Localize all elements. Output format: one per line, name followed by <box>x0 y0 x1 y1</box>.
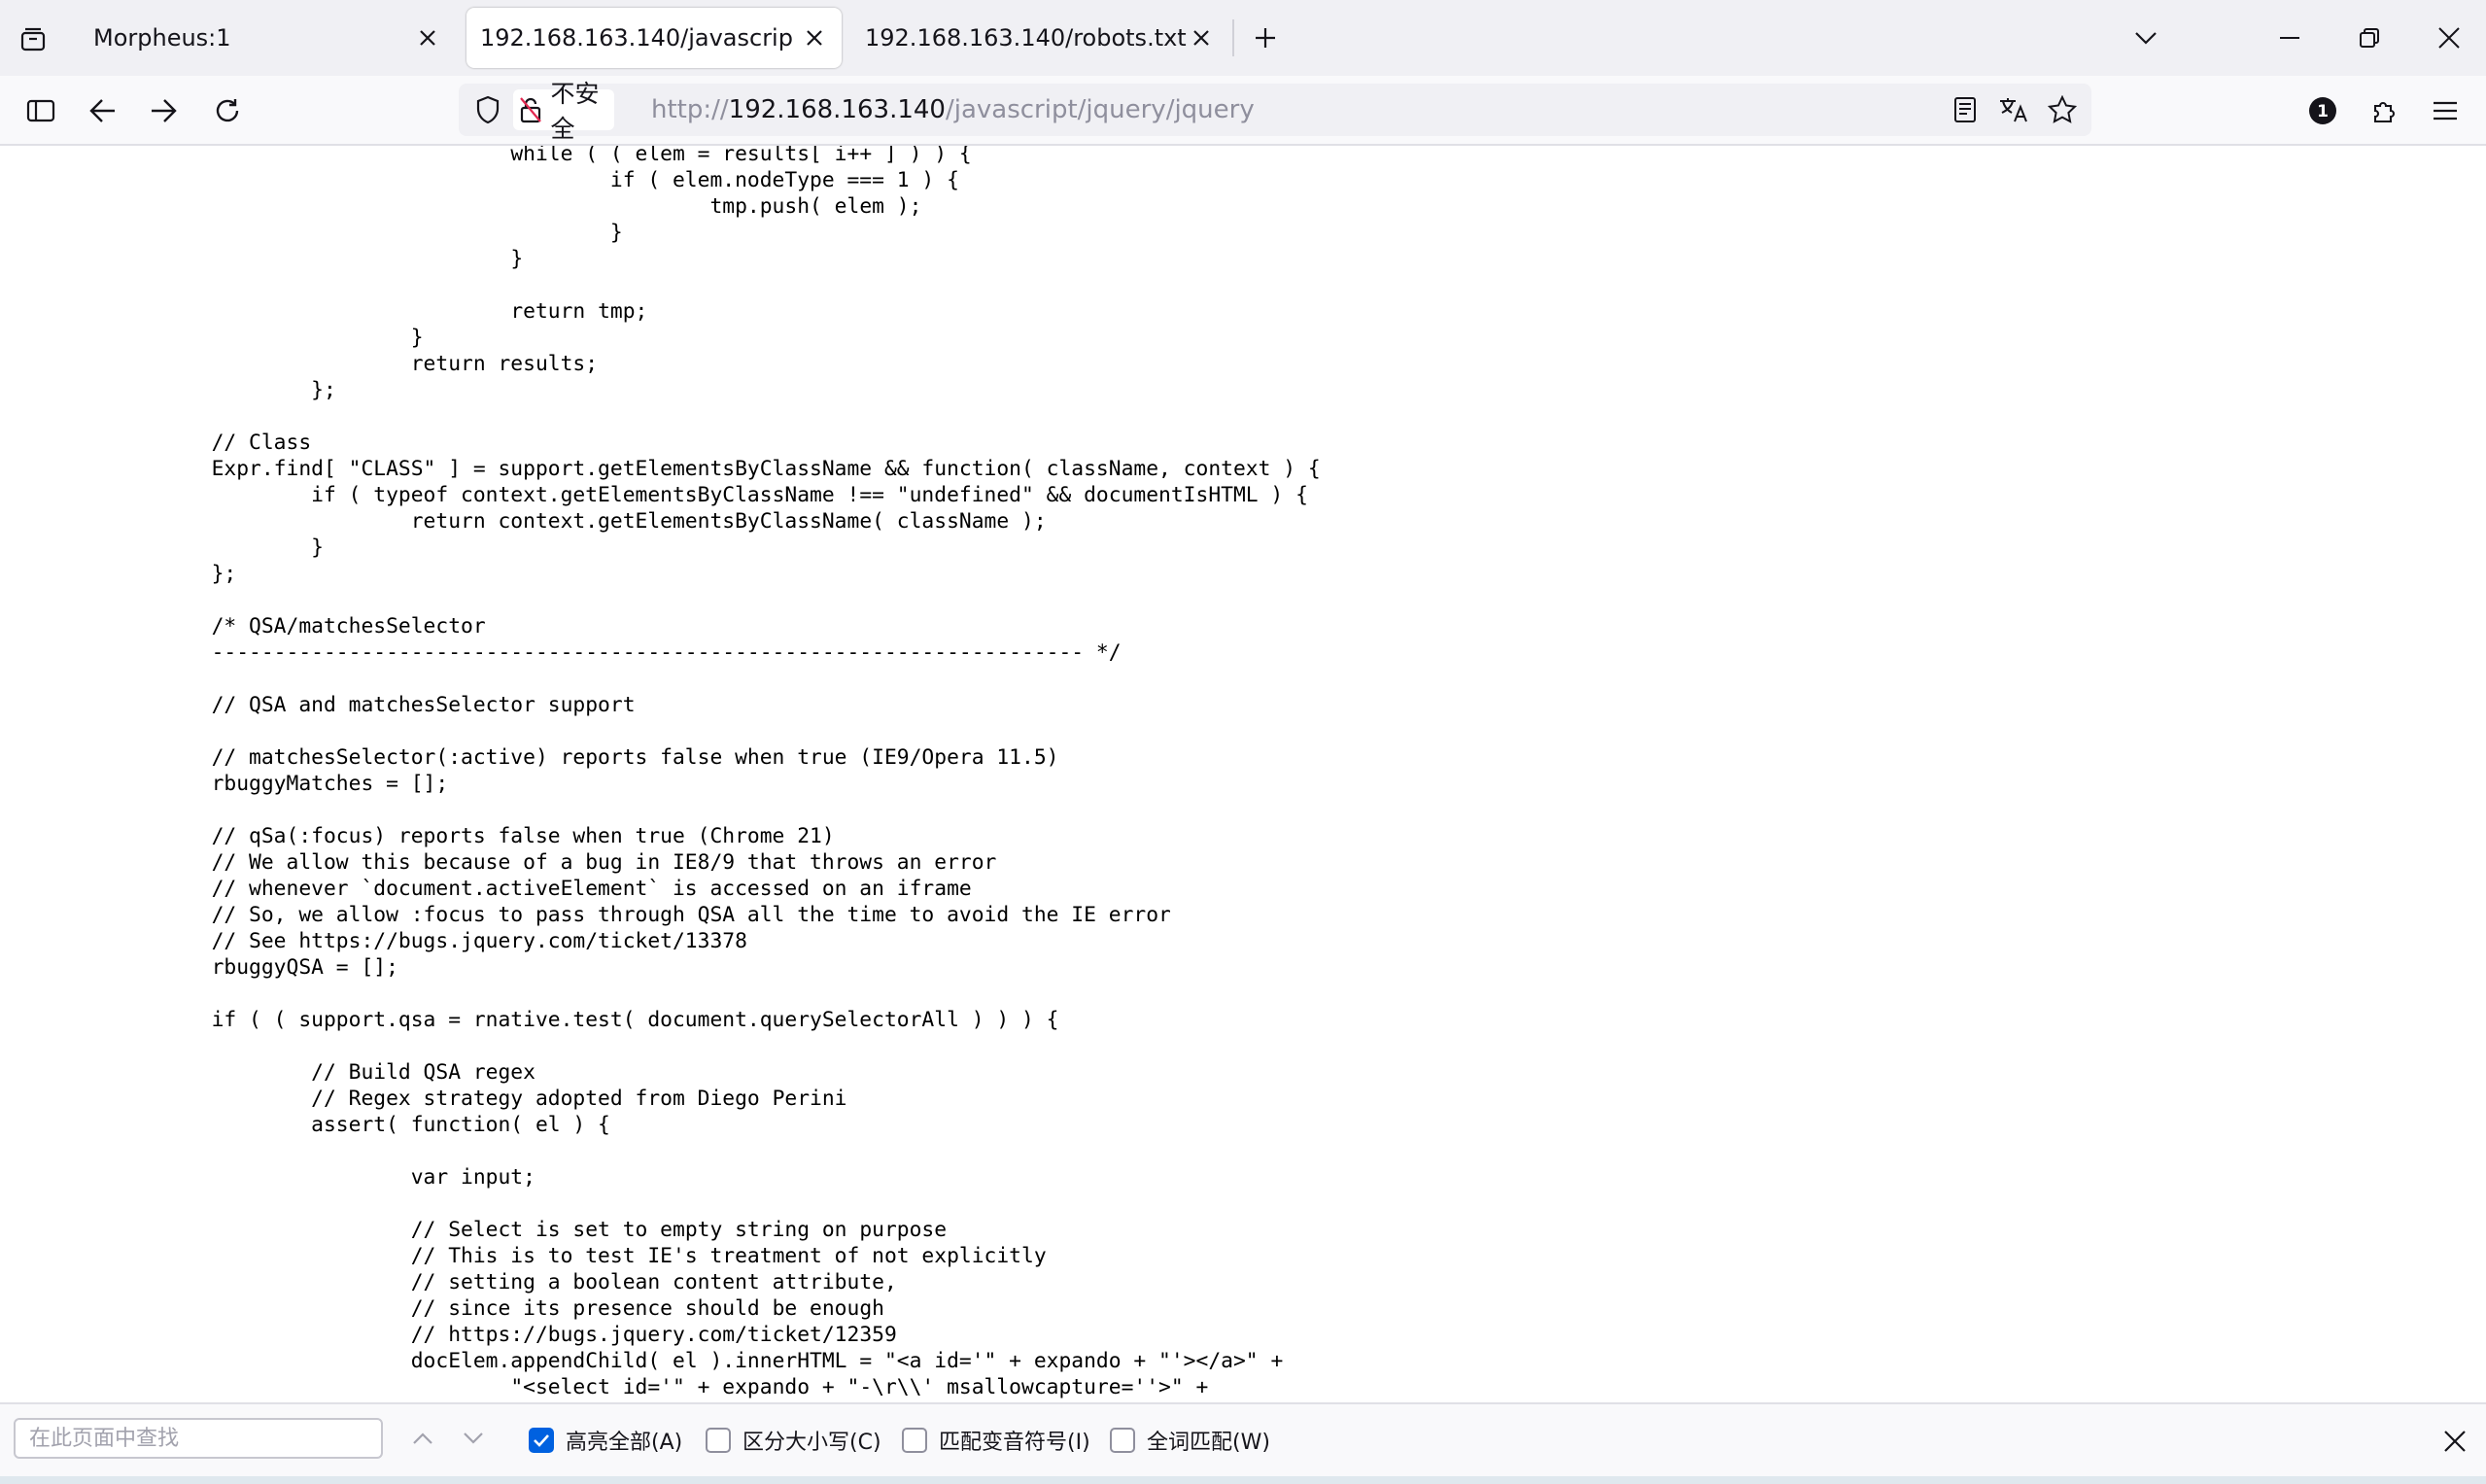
highlight-all-label: 高亮全部(A) <box>566 1431 683 1455</box>
url-host: 192.168.163.140 <box>728 95 946 124</box>
source-code-text: if ( tag === "*" ) { while ( ( elem = re… <box>211 146 1321 1399</box>
page-content: if ( tag === "*" ) { while ( ( elem = re… <box>0 146 2469 1402</box>
highlight-all-checkbox[interactable] <box>529 1428 554 1453</box>
url-scheme: http:// <box>651 95 729 124</box>
tab-jquery[interactable]: 192.168.163.140/javascript/jquery/jquery <box>466 8 842 68</box>
password-manager-icon[interactable]: 1 <box>2301 89 2344 132</box>
reload-icon[interactable] <box>206 89 249 132</box>
highlight-all-option[interactable]: 高亮全部(A) <box>529 1424 682 1457</box>
chevron-down-icon[interactable] <box>455 1420 492 1457</box>
tab-title: 192.168.163.140/robots.txt <box>865 24 1187 52</box>
match-diacritics-checkbox[interactable] <box>902 1428 927 1453</box>
navigation-toolbar: 不安全 http://192.168.163.140/javascript/jq… <box>0 76 2486 146</box>
tab-title: 192.168.163.140/javascript/jquery/jquery <box>480 24 793 52</box>
close-icon[interactable] <box>801 24 828 52</box>
whole-words-option[interactable]: 全词匹配(W) <box>1110 1424 1270 1457</box>
close-window-icon[interactable] <box>2412 0 2486 76</box>
broken-lock-icon <box>519 95 542 124</box>
shield-icon[interactable] <box>470 92 505 127</box>
password-manager-badge: 1 <box>2317 102 2329 121</box>
close-icon[interactable] <box>2435 1422 2474 1461</box>
tab-morpheus[interactable]: Morpheus:1 <box>76 8 455 68</box>
security-label: 不安全 <box>550 80 600 143</box>
match-diacritics-option[interactable]: 匹配变音符号(I) <box>902 1424 1090 1457</box>
star-icon[interactable] <box>2045 92 2080 127</box>
match-diacritics-label: 匹配变音符号(I) <box>939 1431 1090 1455</box>
url-bar[interactable]: 不安全 http://192.168.163.140/javascript/jq… <box>459 80 2091 143</box>
url-path: /javascript/jquery/jquery <box>945 95 1255 124</box>
chevron-down-icon[interactable] <box>2109 0 2183 76</box>
forward-arrow-icon[interactable] <box>142 89 185 132</box>
match-case-checkbox[interactable] <box>706 1428 731 1453</box>
whole-words-checkbox[interactable] <box>1110 1428 1135 1453</box>
match-case-option[interactable]: 区分大小写(C) <box>706 1424 881 1457</box>
window-bottom-edge <box>0 1476 2486 1484</box>
hamburger-menu-icon[interactable] <box>2424 89 2467 132</box>
url-text[interactable]: http://192.168.163.140/javascript/jquery… <box>651 84 1255 136</box>
whole-words-label: 全词匹配(W) <box>1147 1431 1270 1455</box>
site-security-chip[interactable]: 不安全 <box>513 80 614 143</box>
translate-icon[interactable] <box>1996 92 2031 127</box>
minimize-icon[interactable] <box>2253 0 2327 76</box>
match-case-label: 区分大小写(C) <box>742 1431 881 1455</box>
plus-icon[interactable] <box>1230 0 1300 76</box>
tab-list-icon[interactable] <box>14 21 52 56</box>
sidebar-icon[interactable] <box>19 89 62 132</box>
puzzle-icon[interactable] <box>2364 89 2406 132</box>
restore-icon[interactable] <box>2332 0 2406 76</box>
chevron-up-icon[interactable] <box>404 1420 441 1457</box>
tab-robots[interactable]: 192.168.163.140/robots.txt <box>849 8 1228 68</box>
find-bar: 高亮全部(A) 区分大小写(C) 匹配变音符号(I) 全词匹配(W) <box>0 1402 2486 1476</box>
reader-view-icon[interactable] <box>1948 92 1983 127</box>
close-icon[interactable] <box>414 24 441 52</box>
tab-strip: Morpheus:1 192.168.163.140/javascript/jq… <box>0 0 2486 76</box>
back-arrow-icon[interactable] <box>82 89 124 132</box>
tab-title: Morpheus:1 <box>93 24 231 52</box>
close-icon[interactable] <box>1188 24 1215 52</box>
find-input[interactable] <box>14 1418 383 1459</box>
